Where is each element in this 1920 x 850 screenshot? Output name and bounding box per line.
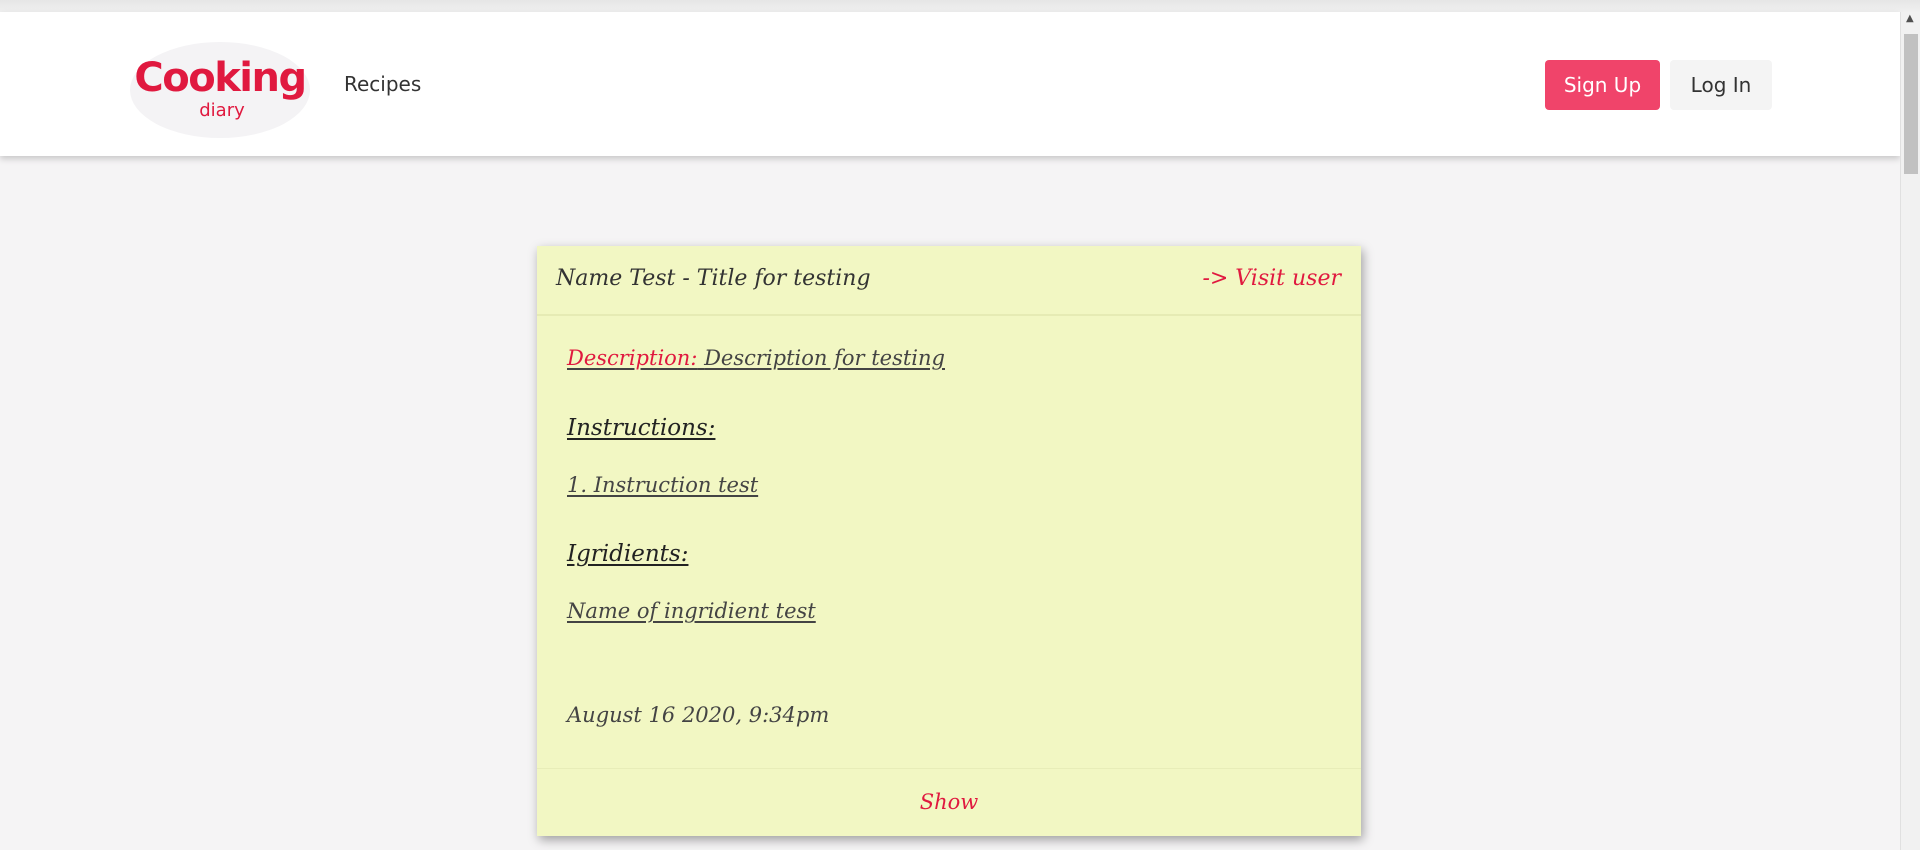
recipe-card-header: Name Test - Title for testing -> Visit u… [537,246,1361,316]
recipe-card: Name Test - Title for testing -> Visit u… [537,246,1361,836]
description-row: Description: Description for testing [567,346,945,370]
log-in-button[interactable]: Log In [1670,60,1772,110]
show-recipe-link[interactable]: Show [537,790,1361,814]
description-label: Description: [567,346,698,370]
instructions-heading: Instructions: [567,415,716,441]
recipe-title: Name Test - Title for testing [556,266,871,291]
page-scrollbar[interactable]: ▲ [1900,12,1920,850]
description-text: Description for testing [704,346,945,370]
recipe-timestamp: August 16 2020, 9:34pm [567,703,830,727]
logo-main-text: Cooking [134,55,307,101]
logo[interactable]: Cooking diary [130,42,310,138]
logo-sub-text: diary [199,100,245,121]
ingredient-item: Name of ingridient test [567,599,816,623]
sign-up-button[interactable]: Sign Up [1545,60,1660,110]
instruction-item: 1. Instruction test [567,473,759,497]
navbar: Cooking diary Recipes Sign Up Log In [0,12,1900,156]
visit-user-link[interactable]: -> Visit user [1202,266,1341,291]
scroll-up-arrow-icon[interactable]: ▲ [1906,12,1914,26]
recipe-card-footer: Show [537,768,1361,837]
ingredients-heading: Igridients: [567,541,689,567]
scrollbar-thumb[interactable] [1904,34,1918,174]
nav-link-recipes[interactable]: Recipes [344,72,421,96]
